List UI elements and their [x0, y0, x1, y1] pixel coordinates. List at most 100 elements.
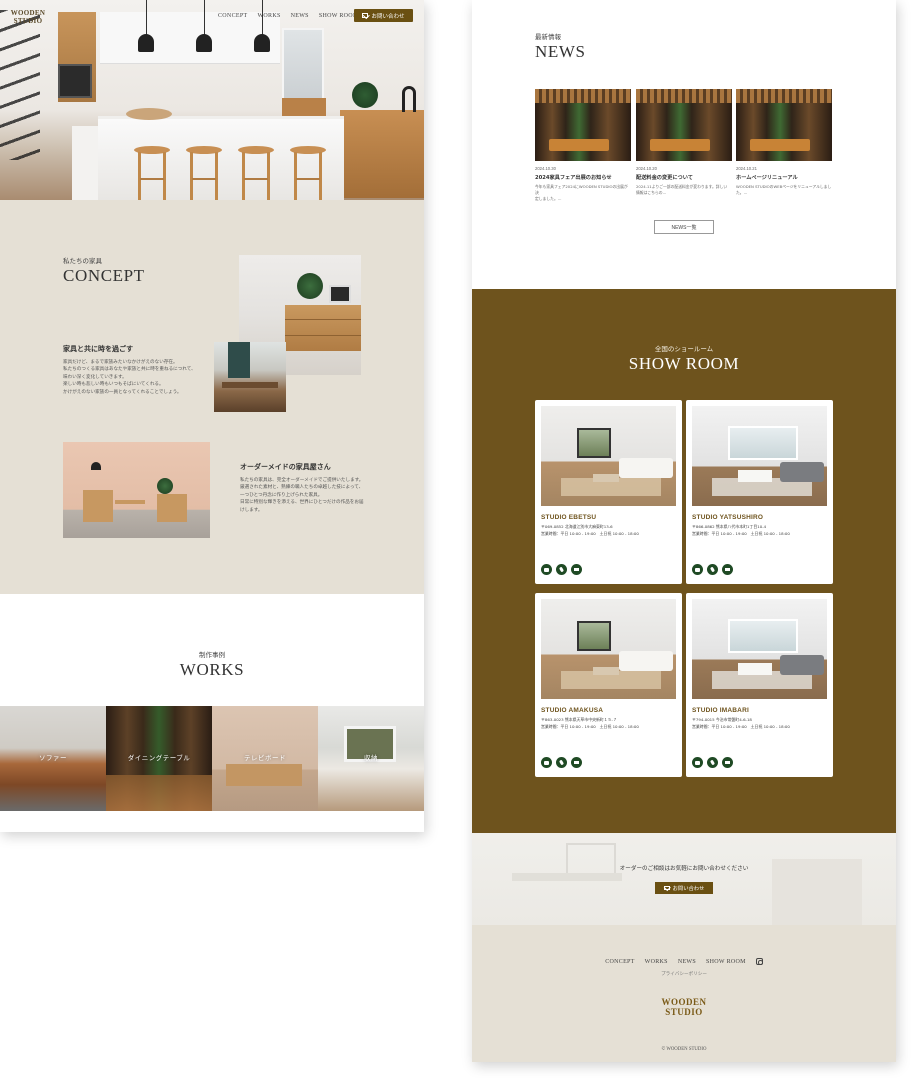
news-excerpt-line: WOODEN STUDIOのWEBページをリニューアルしまし [736, 184, 832, 189]
nav-news[interactable]: NEWS [291, 13, 309, 19]
top-page-mockup-left: WOODEN STUDIO CONCEPT WORKS NEWS SHOW RO… [0, 0, 424, 832]
footer-nav-works[interactable]: WORKS [645, 959, 668, 965]
store-card-imabari: STUDIO IMABARI 〒794-0015 今治市常盤町4-6-18 営業… [686, 593, 833, 777]
store-contact-icons [692, 564, 733, 575]
mail-icon[interactable] [571, 564, 582, 575]
store-hours: 営業時間：平日 10:00 - 19:00 土日祝 10:00 - 18:00 [541, 531, 639, 536]
news-card[interactable]: 2024.10.30 2024家具フェア出展のお知らせ 今年も家具フェア2024… [535, 89, 631, 202]
news-excerpt: 今年も家具フェア2024にWOODEN STUDIOの出展が決 定しました。..… [535, 184, 631, 202]
hero-kitchen-image: WOODEN STUDIO CONCEPT WORKS NEWS SHOW RO… [0, 0, 424, 200]
news-excerpt: 2024.11よりご一部の配送料金が変わります。詳しい 情報はこちらの... [636, 184, 732, 196]
news-date: 2024.10.20 [636, 166, 657, 171]
concept-body-1-line: かけがえのない家族の一員となってくれることでしょう。 [63, 389, 182, 395]
store-card-yatsushiro: STUDIO YATSUSHIRO 〒866-0862 熊本県八代市本町1丁目1… [686, 400, 833, 584]
web-icon[interactable] [692, 757, 703, 768]
phone-icon[interactable] [556, 757, 567, 768]
news-thumbnail [535, 89, 631, 161]
news-excerpt-line: 今年も家具フェア2024にWOODEN STUDIOの出展が決 [535, 184, 628, 195]
mail-icon[interactable] [722, 757, 733, 768]
footer-nav-news[interactable]: NEWS [678, 959, 696, 965]
store-hours: 営業時間：平日 10:00 - 19:00 土日祝 10:00 - 18:00 [541, 724, 639, 729]
web-icon[interactable] [541, 564, 552, 575]
footer-logo[interactable]: WOODEN STUDIO [472, 997, 896, 1017]
nav-works[interactable]: WORKS [257, 13, 280, 19]
privacy-policy-link[interactable]: プライバシーポリシー [472, 971, 896, 977]
store-address: 〒863-0023 熊本県天草市中央新町１５-７ [541, 717, 617, 722]
store-name: STUDIO AMAKUSA [541, 707, 604, 714]
work-tile-storage[interactable]: 収納 [318, 706, 424, 811]
store-contact-icons [541, 757, 582, 768]
news-subtitle: 最新情報 [535, 33, 561, 41]
logo-line2: STUDIO [13, 17, 43, 25]
dining-photo [214, 342, 286, 412]
concept-heading-2: オーダーメイドの家具屋さん [240, 462, 331, 471]
news-date: 2024.10.21 [736, 166, 757, 171]
news-date: 2024.10.30 [535, 166, 556, 171]
cta-text: オーダーのご相談はお気軽にお問い合わせください [619, 866, 749, 872]
mail-icon [663, 885, 670, 891]
store-contact-icons [541, 564, 582, 575]
store-name: STUDIO YATSUSHIRO [692, 514, 764, 521]
store-card-ebetsu: STUDIO EBETSU 〒069-0852 北海道江別市大麻東町13-6 営… [535, 400, 682, 584]
web-icon[interactable] [692, 564, 703, 575]
store-name: STUDIO EBETSU [541, 514, 597, 521]
showroom-title: SHOW ROOM [628, 354, 740, 373]
concept-body-1-line: 楽しい時も悲しい時もいつもそばにいてくれる。 [63, 382, 164, 388]
news-card[interactable]: 2024.10.21 ホームページリニューアル WOODEN STUDIOのWE… [736, 89, 832, 196]
news-thumbnail [636, 89, 732, 161]
news-section: 最新情報 NEWS 2024.10.30 2024家具フェア出展のお知らせ 今年… [472, 0, 896, 289]
news-title: 配送料金の変更について [636, 175, 693, 181]
work-tile-label: テレビボード [244, 754, 286, 762]
concept-body-2-line: けします。 [240, 507, 263, 513]
phone-icon[interactable] [707, 564, 718, 575]
work-tile-label: ソファー [39, 754, 67, 762]
concept-body-1-line: 私たちのつくる家具はあなたや家族と共に時を重ねるにつれて、 [63, 367, 196, 373]
work-tile-tv-board[interactable]: テレビボード [212, 706, 318, 811]
footer-nav: CONCEPT WORKS NEWS SHOW ROOM [472, 958, 896, 965]
store-photo [541, 406, 676, 506]
mail-icon[interactable] [722, 564, 733, 575]
news-list-button[interactable]: NEWS一覧 [654, 220, 714, 234]
contact-button[interactable]: お問い合わせ [354, 9, 413, 22]
work-tile-label: 収納 [364, 754, 378, 762]
nav-concept[interactable]: CONCEPT [218, 13, 247, 19]
news-excerpt-line: 情報はこちらの... [636, 190, 667, 195]
works-subtitle: 制作事例 [199, 651, 225, 659]
phone-icon[interactable] [556, 564, 567, 575]
concept-body-1-line: 味わい深く変化していきます。 [63, 374, 127, 380]
store-photo [541, 599, 676, 699]
concept-body-2-line: 日常に特別な輝きを添える、世界にひとつだけの作品をお届 [240, 500, 364, 506]
contact-button-label: お問い合わせ [371, 13, 405, 20]
cta-contact-button-label: お問い合わせ [672, 886, 705, 892]
cta-contact-button[interactable]: お問い合わせ [655, 882, 713, 894]
concept-heading-1: 家具と共に時を過ごす [63, 344, 134, 353]
concept-body-2: 私たちの家具は、完全オーダーメイドでご提供いたします。 厳選された素材と、熟練の… [240, 477, 365, 514]
work-tile-dining-table[interactable]: ダイニングテーブル [106, 706, 212, 811]
footer-nav-concept[interactable]: CONCEPT [605, 959, 634, 965]
concept-body-2-line: 厳選された素材と、熟練の職人たちの卓越した技によって、 [240, 485, 364, 491]
site-logo[interactable]: WOODEN STUDIO [10, 9, 46, 25]
mail-icon[interactable] [571, 757, 582, 768]
news-excerpt: WOODEN STUDIOのWEBページをリニューアルしまし た。... [736, 184, 832, 196]
top-page-mockup-right: 最新情報 NEWS 2024.10.30 2024家具フェア出展のお知らせ 今年… [472, 0, 896, 1062]
store-hours: 営業時間：平日 10:00 - 19:00 土日祝 10:00 - 18:00 [692, 724, 790, 729]
mail-icon [362, 13, 369, 18]
concept-subtitle: 私たちの家具 [63, 257, 102, 265]
news-card[interactable]: 2024.10.20 配送料金の変更について 2024.11よりご一部の配送料金… [636, 89, 732, 196]
instagram-icon[interactable] [755, 958, 763, 965]
footer: CONCEPT WORKS NEWS SHOW ROOM プライバシーポリシー … [472, 925, 896, 1062]
work-tile-sofa[interactable]: ソファー [0, 706, 106, 811]
footer-logo-line2: STUDIO [665, 1007, 703, 1017]
concept-title: CONCEPT [63, 266, 145, 285]
work-tile-label: ダイニングテーブル [127, 754, 191, 762]
footer-nav-showroom[interactable]: SHOW ROOM [706, 959, 746, 965]
nav-showroom[interactable]: SHOW ROOM [319, 13, 359, 19]
store-address: 〒866-0862 熊本県八代市本町1丁目10-4 [692, 524, 767, 529]
logo-line1: WOODEN [10, 9, 46, 17]
concept-body-2-line: 一つひとつ丹念に作り上げられた家具。 [240, 492, 323, 498]
concept-section: 私たちの家具 CONCEPT 家具と共に時を過ごす 家具だけど、まるで家族みたい… [0, 200, 424, 594]
web-icon[interactable] [541, 757, 552, 768]
phone-icon[interactable] [707, 757, 718, 768]
store-name: STUDIO IMABARI [692, 707, 749, 714]
copyright: © WOODEN STUDIO [661, 1047, 707, 1052]
